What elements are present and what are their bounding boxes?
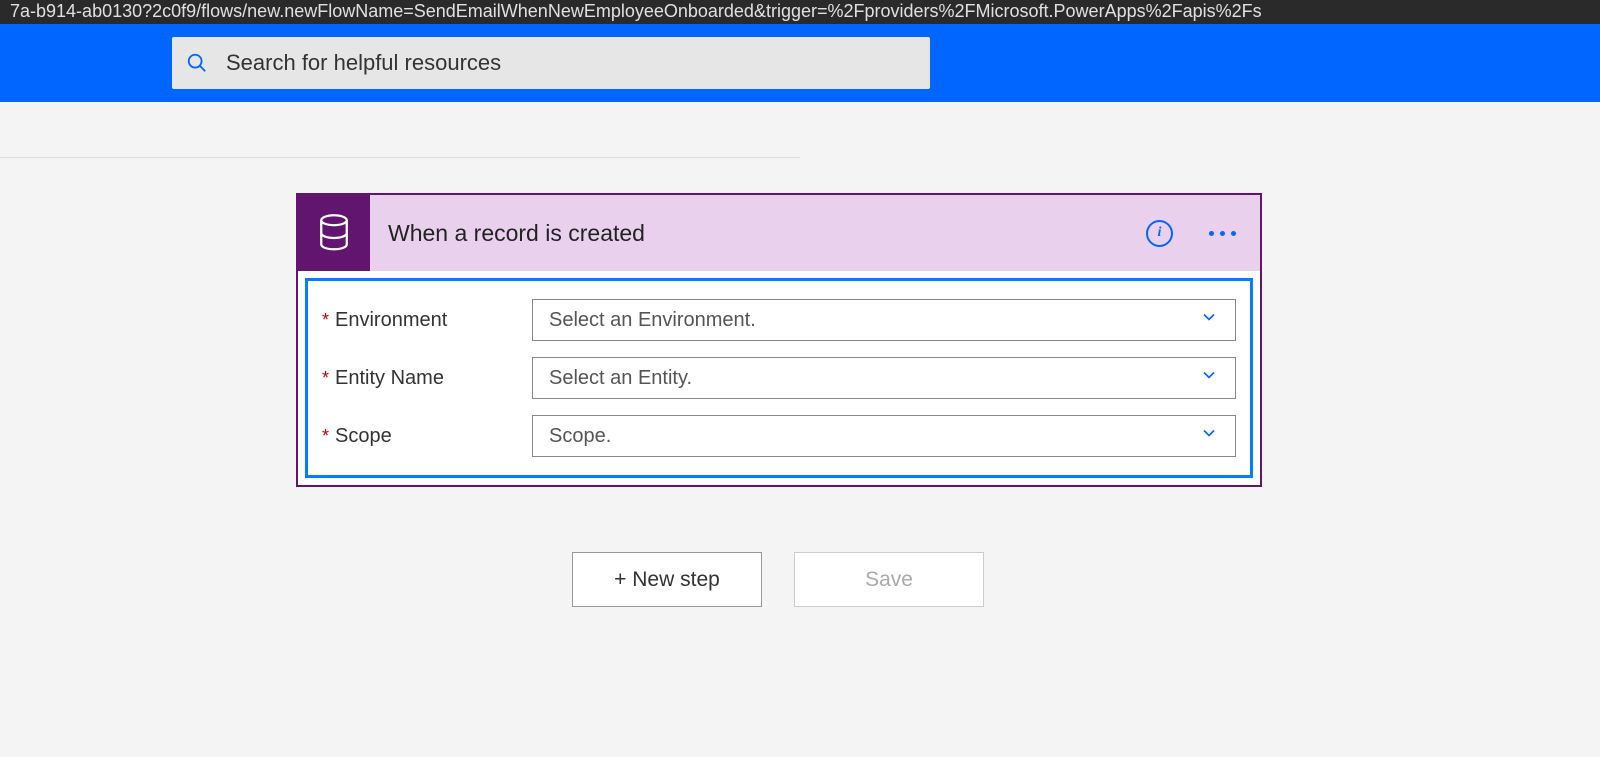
card-header-actions: i: [1146, 220, 1236, 247]
trigger-card-body: * Environment Select an Environment. * E…: [305, 278, 1253, 478]
scope-select[interactable]: Scope.: [532, 415, 1236, 457]
field-label-environment: * Environment: [322, 309, 532, 332]
top-header: [0, 24, 1600, 102]
entity-placeholder: Select an Entity.: [549, 367, 692, 390]
chevron-down-icon: [1199, 365, 1219, 391]
trigger-card: When a record is created i * Environment…: [296, 193, 1262, 487]
new-step-button[interactable]: + New step: [572, 552, 762, 607]
trigger-title: When a record is created: [388, 220, 1146, 247]
info-icon[interactable]: i: [1146, 220, 1173, 247]
database-icon: [298, 195, 370, 271]
url-text: 7a-b914-ab0130?2c0f9/flows/new.newFlowNa…: [10, 1, 1262, 21]
field-label-scope: * Scope: [322, 425, 532, 448]
divider: [0, 157, 800, 158]
search-icon: [186, 52, 208, 74]
trigger-card-header[interactable]: When a record is created i: [298, 195, 1260, 271]
search-input[interactable]: [226, 50, 916, 76]
chevron-down-icon: [1199, 307, 1219, 333]
chevron-down-icon: [1199, 423, 1219, 449]
field-row-environment: * Environment Select an Environment.: [318, 291, 1240, 349]
field-row-scope: * Scope Scope.: [318, 407, 1240, 465]
required-star: *: [322, 368, 329, 389]
environment-select[interactable]: Select an Environment.: [532, 299, 1236, 341]
action-button-row: + New step Save: [0, 552, 1556, 607]
canvas-area: When a record is created i * Environment…: [0, 102, 1600, 757]
required-star: *: [322, 426, 329, 447]
scope-placeholder: Scope.: [549, 425, 611, 448]
field-label-entity: * Entity Name: [322, 367, 532, 390]
required-star: *: [322, 310, 329, 331]
field-row-entity: * Entity Name Select an Entity.: [318, 349, 1240, 407]
entity-select[interactable]: Select an Entity.: [532, 357, 1236, 399]
save-button[interactable]: Save: [794, 552, 984, 607]
browser-url-bar: 7a-b914-ab0130?2c0f9/flows/new.newFlowNa…: [0, 0, 1600, 24]
more-actions-icon[interactable]: [1209, 231, 1236, 236]
environment-placeholder: Select an Environment.: [549, 309, 756, 332]
search-box[interactable]: [172, 37, 930, 89]
